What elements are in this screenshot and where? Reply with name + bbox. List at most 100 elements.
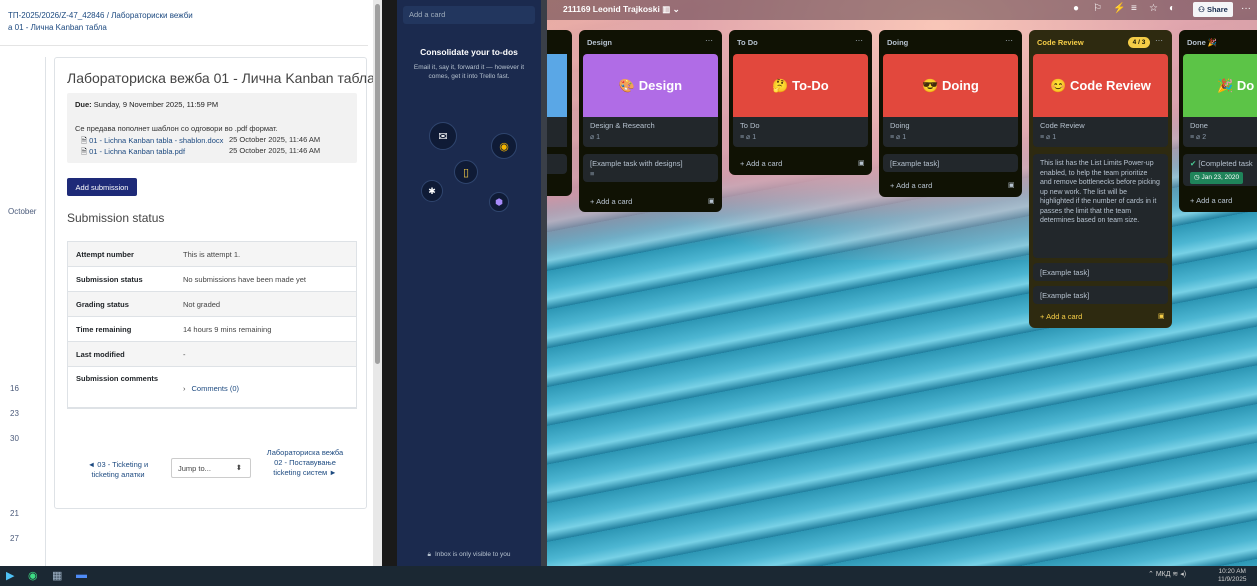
card[interactable]: Doing ≡ ⌀ 1 bbox=[883, 117, 1018, 147]
next-activity-link[interactable]: Лабораториска вежба 02 - Поставување tic… bbox=[265, 448, 345, 478]
list-doing: Doing ··· 😎 Doing Doing ≡ ⌀ 1 [Example t… bbox=[879, 30, 1022, 197]
card-cover[interactable]: 😊 Code Review bbox=[1033, 54, 1168, 117]
list-todo: To Do ··· 🤔 To-Do To Do ≡ ⌀ 1 + Add a ca… bbox=[729, 30, 872, 175]
volume-icon[interactable]: ◂) bbox=[1180, 571, 1186, 578]
clock-time: 10:20 AM bbox=[1218, 568, 1246, 575]
card-cover[interactable] bbox=[547, 54, 567, 117]
emoji-icon: 🎉 bbox=[1217, 77, 1237, 93]
wifi-icon[interactable]: ≋ bbox=[1172, 571, 1178, 578]
card[interactable]: [Example task with designs] ≡ bbox=[583, 154, 718, 182]
list-header[interactable]: Done 🎉 bbox=[1187, 38, 1217, 47]
add-card-button[interactable]: + Add a card ▣ bbox=[590, 197, 715, 206]
card[interactable]: This list has the List Limits Power-up e… bbox=[1033, 154, 1168, 258]
list-header-text: Done bbox=[1187, 38, 1206, 47]
list-header[interactable]: Doing bbox=[887, 38, 908, 47]
card-cover[interactable]: 😎 Doing bbox=[883, 54, 1018, 117]
list-header[interactable]: Design bbox=[587, 38, 612, 47]
list-menu-icon[interactable]: ··· bbox=[1155, 36, 1163, 45]
cover-title: Code Review bbox=[1069, 78, 1151, 93]
chevron-up-icon[interactable]: ⌃ bbox=[1148, 571, 1156, 578]
card-cover[interactable]: 🎨 Design bbox=[583, 54, 718, 117]
cover-title: Design bbox=[638, 78, 683, 93]
comments-toggle[interactable]: › Comments (0) bbox=[183, 374, 356, 393]
card[interactable]: [Example task] bbox=[883, 154, 1018, 172]
start-icon[interactable]: ▶ bbox=[6, 569, 14, 582]
calendar-day[interactable]: 16 bbox=[10, 384, 19, 393]
avatar[interactable]: ● bbox=[1073, 3, 1079, 14]
card[interactable]: Done ≡ ⌀ 2 bbox=[1183, 117, 1257, 147]
file-link[interactable]: 01 - Lichna Kanban tabla.pdf bbox=[89, 147, 185, 156]
card[interactable]: Design & Research ⌀ 1 bbox=[583, 117, 718, 147]
submission-status-heading: Submission status bbox=[67, 211, 165, 225]
add-submission-button[interactable]: Add submission bbox=[67, 178, 137, 196]
file-item[interactable]: 🗎 01 - Lichna Kanban tabla.pdf 25 Octobe… bbox=[81, 146, 320, 159]
app-icon[interactable]: ▬ bbox=[76, 569, 87, 581]
list-menu-icon[interactable]: ··· bbox=[855, 36, 863, 45]
submission-status-table: Attempt number This is attempt 1. Submis… bbox=[67, 241, 357, 409]
scrollbar-thumb[interactable] bbox=[375, 4, 380, 364]
board-name-text[interactable]: 211169 Leonid Trajkoski bbox=[563, 4, 660, 14]
card[interactable] bbox=[547, 117, 567, 147]
due-label: Due: bbox=[75, 100, 92, 109]
clock[interactable]: 10:20 AM 11/9/2025 bbox=[1218, 568, 1246, 584]
add-card-button[interactable]: + Add a card ▣ bbox=[1040, 312, 1165, 321]
list-partial bbox=[547, 30, 572, 196]
breadcrumb-line-2[interactable]: а 01 - Лична Kanban табла bbox=[8, 22, 363, 34]
emoji-icon: 🤔 bbox=[772, 77, 793, 93]
breadcrumb[interactable]: ТП-2025/2026/Z-47_42846 / Лабораториски … bbox=[8, 10, 363, 34]
list-header[interactable]: Code Review bbox=[1037, 38, 1084, 47]
card-title: [Example task] bbox=[1040, 291, 1090, 300]
star-icon[interactable]: ☆ bbox=[1149, 3, 1158, 14]
file-link[interactable]: 01 - Lichna Kanban tabla - shablon.docx bbox=[89, 136, 223, 145]
template-icon[interactable]: ▣ bbox=[1158, 312, 1165, 320]
chevron-right-icon: › bbox=[183, 384, 186, 393]
card[interactable]: [Example task] bbox=[1033, 263, 1168, 281]
list-header[interactable]: To Do bbox=[737, 38, 758, 47]
share-button[interactable]: ⚇ Share bbox=[1193, 2, 1233, 17]
spotify-icon[interactable]: ◉ bbox=[28, 569, 38, 582]
card[interactable]: Code Review ≡ ⌀ 1 bbox=[1033, 117, 1168, 147]
assignment-card: Лабораториска вежба 01 - Лична Kanban та… bbox=[54, 57, 375, 509]
moodle-scrollbar[interactable] bbox=[373, 0, 382, 566]
prev-activity-link[interactable]: ◄ 03 - Ticketing и ticketing алатки bbox=[83, 460, 153, 480]
board-name[interactable]: 211169 Leonid Trajkoski ▥ ⌄ bbox=[563, 4, 680, 15]
card[interactable]: To Do ≡ ⌀ 1 bbox=[733, 117, 868, 147]
board-view-icon[interactable]: ▥ ⌄ bbox=[662, 4, 680, 14]
language-indicator[interactable]: МКД bbox=[1156, 571, 1171, 578]
calendar-day[interactable]: 21 bbox=[10, 509, 19, 518]
template-icon[interactable]: ▣ bbox=[1008, 181, 1015, 189]
list-menu-icon[interactable]: ··· bbox=[1005, 36, 1013, 45]
card-cover[interactable]: 🤔 To-Do bbox=[733, 54, 868, 117]
inbox-title: Consolidate your to-dos bbox=[420, 47, 518, 57]
filter-icon[interactable]: ≡ bbox=[1131, 3, 1137, 14]
add-card-label: Add a card bbox=[746, 159, 783, 168]
row-key: Attempt number bbox=[76, 249, 134, 259]
automation-icon[interactable]: ⚡ bbox=[1113, 3, 1125, 14]
add-card-button[interactable]: + Add a card bbox=[1190, 196, 1232, 205]
list-code-review: Code Review 4 / 3 ··· 😊 Code Review Code… bbox=[1029, 30, 1172, 328]
list-menu-icon[interactable]: ··· bbox=[705, 36, 713, 45]
add-card-button[interactable]: + Add a card ▣ bbox=[890, 181, 1015, 190]
jump-to-select[interactable]: Jump to... ⬍ bbox=[171, 458, 251, 478]
card-cover[interactable]: 🎉 Do bbox=[1183, 54, 1257, 117]
inbox-add-card-input[interactable]: Add a card bbox=[403, 6, 535, 24]
calendar-day[interactable]: 27 bbox=[10, 534, 19, 543]
calendar-day[interactable]: 23 bbox=[10, 409, 19, 418]
power-ups-icon[interactable]: ⚐ bbox=[1093, 3, 1102, 14]
select-arrow-icon: ⬍ bbox=[235, 463, 242, 472]
template-icon[interactable]: ▣ bbox=[858, 159, 865, 167]
calendar-day[interactable]: 30 bbox=[10, 434, 19, 443]
breadcrumb-line-1[interactable]: ТП-2025/2026/Z-47_42846 / Лабораториски … bbox=[8, 10, 363, 22]
add-card-button[interactable]: + Add a card ▣ bbox=[740, 159, 865, 168]
card[interactable] bbox=[547, 154, 567, 174]
more-icon[interactable]: ··· bbox=[1241, 3, 1251, 14]
template-icon[interactable]: ▣ bbox=[708, 197, 715, 205]
due-date-badge[interactable]: ◷ Jan 23, 2020 bbox=[1190, 172, 1244, 184]
card[interactable]: ✔ [Completed task ◷ Jan 23, 2020 bbox=[1183, 154, 1257, 186]
calendar-month: October bbox=[8, 207, 37, 216]
system-tray[interactable]: ⌃ МКД ≋ ◂) bbox=[1148, 570, 1186, 578]
card[interactable]: [Example task] bbox=[1033, 286, 1168, 304]
visibility-icon[interactable]: ◐ bbox=[1169, 3, 1175, 14]
comments-link[interactable]: Comments (0) bbox=[192, 384, 240, 393]
file-explorer-icon[interactable]: ▦ bbox=[52, 569, 62, 582]
